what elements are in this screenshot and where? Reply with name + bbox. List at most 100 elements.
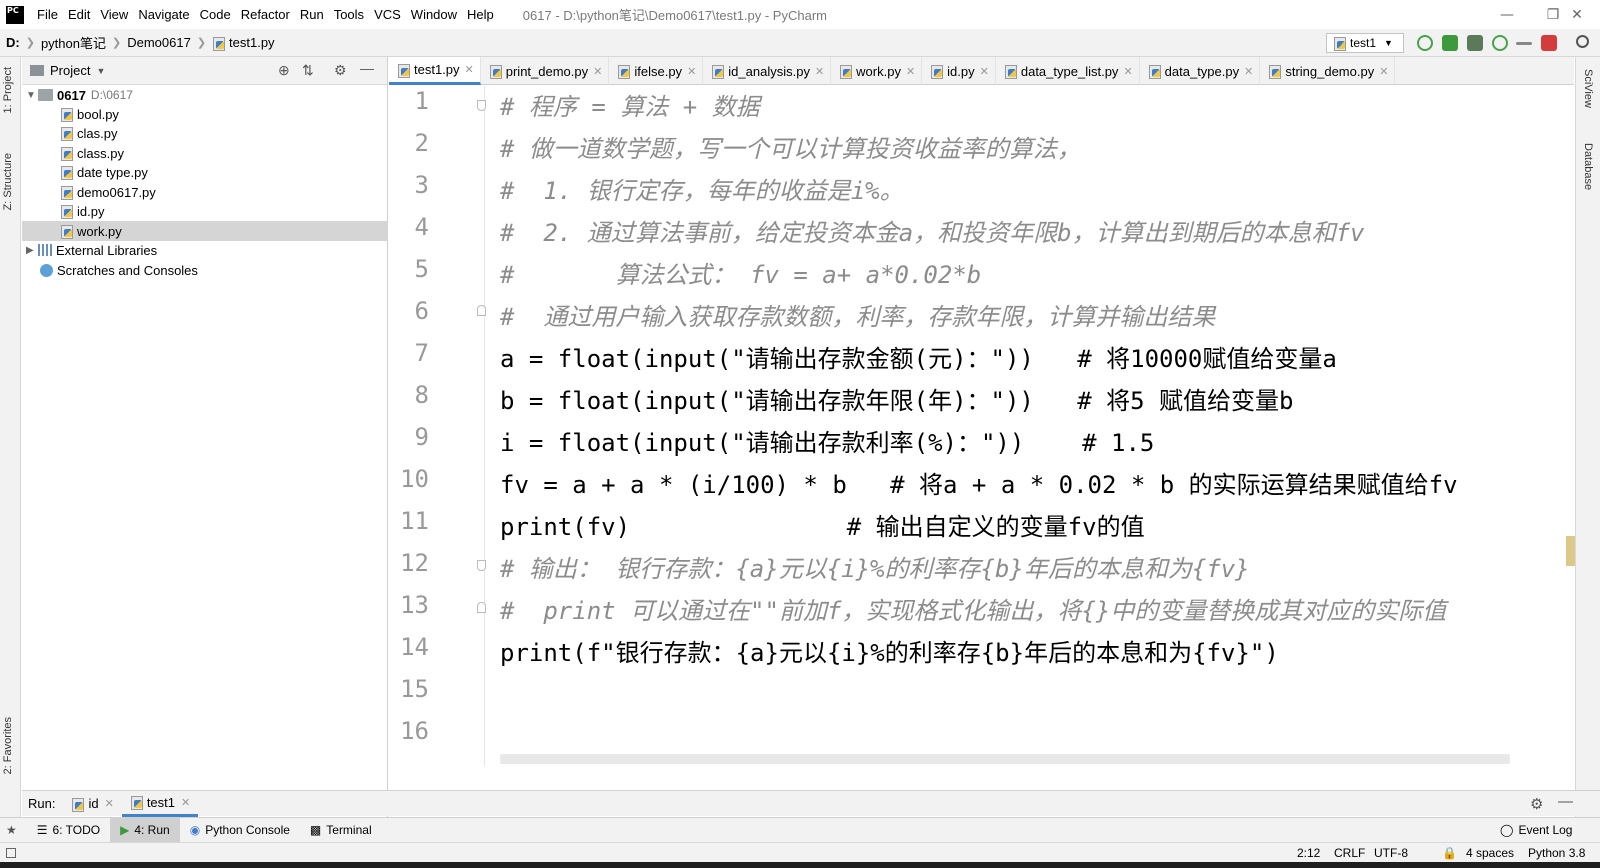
close-tab-icon[interactable]: ✕ — [105, 797, 114, 810]
code-editor[interactable]: # 程序 = 算法 + 数据 # 做一道数学题，写一个可以计算投资收益率的算法，… — [486, 86, 1574, 766]
rerun-icon[interactable] — [1417, 35, 1433, 51]
close-tab-icon[interactable]: ✕ — [980, 65, 989, 78]
indent-setting[interactable]: 4 spaces — [1466, 846, 1514, 860]
tab-ifelse[interactable]: ifelse.py ✕ — [609, 57, 704, 85]
tree-file[interactable]: demo0617.py — [22, 182, 388, 202]
code-line[interactable]: print(f"银行存款：{a}元以{i}%的利率存{b}年后的本息和为{fv}… — [500, 632, 1279, 674]
close-tab-icon[interactable]: ✕ — [1123, 65, 1132, 78]
tab-test1[interactable]: test1.py ✕ — [389, 57, 481, 85]
database-tool-tab[interactable]: Database — [1582, 143, 1594, 190]
code-line[interactable]: # 1. 银行定存，每年的收益是i%。 — [500, 170, 904, 212]
todo-button[interactable]: ☰ 6: TODO — [27, 818, 110, 843]
menu-run[interactable]: Run — [295, 0, 329, 29]
dropdown-arrow-icon[interactable]: ▼ — [96, 66, 105, 76]
caret-position[interactable]: 2:12 — [1297, 846, 1320, 860]
menu-refactor[interactable]: Refactor — [236, 0, 295, 29]
close-tab-icon[interactable]: ✕ — [1244, 65, 1253, 78]
code-line[interactable]: # 程序 = 算法 + 数据 — [500, 86, 760, 128]
tree-root-folder[interactable]: ▼ 0617 D:\0617 — [22, 85, 388, 105]
close-tab-icon[interactable]: ✕ — [593, 65, 602, 78]
tree-file[interactable]: bool.py — [22, 104, 388, 124]
fold-icon[interactable] — [477, 100, 486, 111]
lock-icon[interactable]: 🔒 — [1442, 846, 1457, 860]
profile-icon[interactable] — [1492, 35, 1508, 51]
expand-arrow-icon[interactable]: ▶ — [26, 245, 38, 256]
code-line[interactable]: # 通过用户输入获取存款数额，利率，存款年限，计算并输出结果 — [500, 296, 1215, 338]
breadcrumb-drive[interactable]: D: — [0, 35, 26, 50]
search-icon[interactable] — [1576, 35, 1589, 48]
terminal-button[interactable]: ▩ Terminal — [300, 818, 382, 843]
tab-data-type[interactable]: data_type.py ✕ — [1140, 57, 1261, 85]
code-line[interactable]: # 算法公式： fv = a+ a*0.02*b — [500, 254, 981, 296]
code-line[interactable]: b = float(input("请输出存款年限(年)：")) # 将5 赋值给… — [500, 380, 1293, 422]
run-button[interactable]: ▶ 4: Run — [110, 817, 180, 843]
build-icon[interactable] — [1516, 42, 1532, 45]
tab-work[interactable]: work.py ✕ — [831, 57, 923, 85]
menu-edit[interactable]: Edit — [63, 0, 95, 29]
menu-tools[interactable]: Tools — [329, 0, 369, 29]
tab-id-analysis[interactable]: id_analysis.py ✕ — [703, 57, 832, 85]
stop-icon[interactable] — [1541, 35, 1557, 51]
tree-scratches[interactable]: Scratches and Consoles — [22, 260, 388, 280]
debug-icon[interactable] — [1442, 35, 1458, 51]
python-console-button[interactable]: ◉ Python Console — [180, 818, 300, 843]
toggle-tool-windows-icon[interactable] — [6, 848, 16, 858]
close-tab-icon[interactable]: ✕ — [815, 65, 824, 78]
tree-external-libraries[interactable]: ▶ External Libraries — [22, 240, 388, 260]
favorites-tool-tab[interactable]: 2: Favorites — [2, 717, 14, 774]
run-tab-id[interactable]: id ✕ — [63, 791, 121, 817]
menu-vcs[interactable]: VCS — [369, 0, 406, 29]
python-interpreter[interactable]: Python 3.8 — [1528, 846, 1585, 860]
menu-window[interactable]: Window — [406, 0, 462, 29]
tab-string-demo[interactable]: string_demo.py ✕ — [1260, 57, 1396, 85]
tree-file[interactable]: id.py — [22, 201, 388, 221]
hide-panel-icon[interactable]: — — [1558, 793, 1573, 810]
code-line[interactable]: i = float(input("请输出存款利率(%)：")) # 1.5 — [500, 422, 1154, 464]
code-line[interactable]: # 输出： 银行存款：{a}元以{i}%的利率存{b}年后的本息和为{fv} — [500, 548, 1250, 590]
menu-code[interactable]: Code — [195, 0, 236, 29]
menu-file[interactable]: File — [32, 0, 63, 29]
tree-file-selected[interactable]: work.py — [22, 221, 388, 241]
close-tab-icon[interactable]: ✕ — [687, 65, 696, 78]
breadcrumb-file[interactable]: test1.py — [206, 35, 281, 51]
close-tab-icon[interactable]: ✕ — [465, 63, 474, 76]
tree-file[interactable]: date type.py — [22, 162, 388, 182]
code-line[interactable]: a = float(input("请输出存款金额(元)：")) # 将10000… — [500, 338, 1337, 380]
fold-icon[interactable] — [477, 305, 486, 316]
run-configuration-select[interactable]: test1 ▼ — [1326, 33, 1404, 53]
hide-panel-icon[interactable]: — — [360, 60, 374, 76]
code-line-current[interactable]: print(fv) # 输出自定义的变量fv的值 — [500, 506, 1145, 548]
collapse-all-icon[interactable]: ⇅ — [302, 62, 314, 79]
tab-data-type-list[interactable]: data_type_list.py ✕ — [996, 57, 1140, 85]
code-line[interactable]: # 2. 通过算法事前，给定投资本金a，和投资年限b，计算出到期后的本息和fv — [500, 212, 1365, 254]
breadcrumb-folder[interactable]: python笔记 — [35, 33, 112, 52]
gear-icon[interactable]: ⚙ — [1530, 795, 1543, 813]
minimize-icon[interactable]: — — [1484, 0, 1530, 29]
project-view-title[interactable]: Project — [50, 63, 90, 78]
event-log-button[interactable]: ◯ Event Log — [1490, 818, 1582, 843]
star-icon[interactable]: ★ — [0, 823, 27, 837]
horizontal-scrollbar[interactable] — [500, 754, 1510, 764]
tree-file[interactable]: clas.py — [22, 123, 388, 143]
code-line[interactable]: fv = a + a * (i/100) * b # 将a + a * 0.02… — [500, 464, 1458, 506]
locate-icon[interactable]: ⊕ — [278, 62, 290, 79]
expand-arrow-icon[interactable]: ▼ — [26, 90, 38, 101]
fold-icon[interactable] — [477, 602, 486, 613]
tree-file[interactable]: class.py — [22, 143, 388, 163]
file-encoding[interactable]: UTF-8 — [1374, 846, 1408, 860]
line-separator[interactable]: CRLF — [1334, 846, 1365, 860]
coverage-icon[interactable] — [1467, 35, 1483, 51]
close-tab-icon[interactable]: ✕ — [906, 65, 915, 78]
code-line[interactable]: # 做一道数学题，写一个可以计算投资收益率的算法， — [500, 128, 1081, 170]
tab-id[interactable]: id.py ✕ — [922, 57, 996, 85]
menu-view[interactable]: View — [95, 0, 133, 29]
run-tab-test1[interactable]: test1 ✕ — [121, 791, 199, 817]
close-window-icon[interactable]: ✕ — [1554, 0, 1600, 29]
code-line[interactable]: # print 可以通过在""前加f，实现格式化输出，将{}中的变量替换成其对应… — [500, 590, 1446, 632]
close-tab-icon[interactable]: ✕ — [1379, 65, 1388, 78]
fold-icon[interactable] — [477, 560, 486, 571]
tab-print-demo[interactable]: print_demo.py ✕ — [481, 57, 610, 85]
project-tool-tab[interactable]: 1: Project — [2, 67, 14, 113]
close-tab-icon[interactable]: ✕ — [181, 796, 190, 809]
gear-icon[interactable]: ⚙ — [334, 62, 347, 79]
